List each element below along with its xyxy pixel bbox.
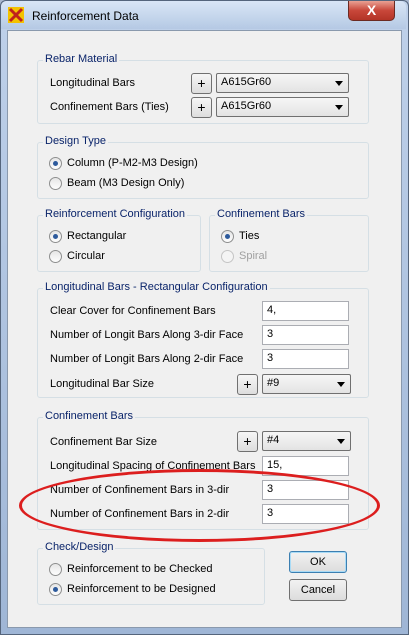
cancel-button[interactable]: Cancel	[289, 579, 347, 601]
reinforcement-checked-radio[interactable]	[49, 563, 62, 576]
longitudinal-bar-size-value: #9	[267, 377, 280, 389]
longit-bars-3dir-input[interactable]: 3	[262, 325, 349, 345]
spiral-radio[interactable]	[221, 250, 234, 263]
chevron-down-icon	[337, 382, 345, 387]
chevron-down-icon	[335, 81, 343, 86]
clear-cover-label: Clear Cover for Confinement Bars	[50, 305, 216, 317]
confinement-bars-label: Confinement Bars (Ties)	[50, 101, 169, 113]
reinforcement-designed-radio[interactable]	[49, 583, 62, 596]
reinforcement-configuration-group	[37, 215, 201, 272]
longitudinal-material-value: A615Gr60	[221, 76, 272, 88]
add-confinement-material-button[interactable]: +	[191, 97, 212, 118]
ties-label: Ties	[239, 230, 260, 242]
annotation-ellipse	[19, 469, 380, 542]
circular-radio[interactable]	[49, 250, 62, 263]
longitudinal-material-select[interactable]: A615Gr60	[216, 73, 349, 93]
longit-bars-3dir-label: Number of Longit Bars Along 3-dir Face	[50, 329, 244, 341]
chevron-down-icon	[337, 439, 345, 444]
window-title: Reinforcement Data	[32, 9, 139, 23]
confinement-bar-size-select[interactable]: #4	[262, 431, 351, 451]
reinforcement-checked-label: Reinforcement to be Checked	[67, 563, 213, 575]
column-design-label: Column (P-M2-M3 Design)	[67, 157, 198, 169]
chevron-down-icon	[335, 105, 343, 110]
ok-button[interactable]: OK	[289, 551, 347, 573]
circular-label: Circular	[67, 250, 105, 262]
add-longitudinal-material-button[interactable]: +	[191, 73, 212, 94]
reinforcement-designed-label: Reinforcement to be Designed	[67, 583, 216, 595]
confinement-bars-title: Confinement Bars	[43, 410, 136, 422]
add-longitudinal-bar-size-button[interactable]: +	[237, 374, 258, 395]
add-confinement-bar-size-button[interactable]: +	[237, 431, 258, 452]
rectangular-radio[interactable]	[49, 230, 62, 243]
app-logo-icon	[8, 7, 24, 23]
design-type-title: Design Type	[43, 135, 108, 147]
beam-design-label: Beam (M3 Design Only)	[67, 177, 185, 189]
spiral-label: Spiral	[239, 250, 268, 262]
clear-cover-input[interactable]: 4,	[262, 301, 349, 321]
design-type-group	[37, 142, 369, 199]
check-design-title: Check/Design	[43, 541, 116, 553]
confinement-material-select[interactable]: A615Gr60	[216, 97, 349, 117]
check-design-group	[37, 548, 265, 605]
longitudinal-bar-size-label: Longitudinal Bar Size	[50, 378, 154, 390]
longit-bars-2dir-label: Number of Longit Bars Along 2-dir Face	[50, 353, 244, 365]
confinement-bar-size-value: #4	[267, 434, 280, 446]
beam-design-radio[interactable]	[49, 177, 62, 190]
close-button[interactable]: X	[348, 1, 395, 21]
column-design-radio[interactable]	[49, 157, 62, 170]
confinement-type-group	[209, 215, 369, 272]
longitudinal-bars-label: Longitudinal Bars	[50, 77, 136, 89]
confinement-type-title: Confinement Bars	[215, 208, 308, 220]
longit-bars-2dir-input[interactable]: 3	[262, 349, 349, 369]
longitudinal-bars-title: Longitudinal Bars - Rectangular Configur…	[43, 281, 270, 293]
rectangular-label: Rectangular	[67, 230, 127, 242]
longitudinal-bar-size-select[interactable]: #9	[262, 374, 351, 394]
confinement-material-value: A615Gr60	[221, 100, 272, 112]
ties-radio[interactable]	[221, 230, 234, 243]
reinforcement-configuration-title: Reinforcement Configuration	[43, 208, 188, 220]
confinement-bar-size-label: Confinement Bar Size	[50, 436, 157, 448]
rebar-material-title: Rebar Material	[43, 53, 120, 65]
